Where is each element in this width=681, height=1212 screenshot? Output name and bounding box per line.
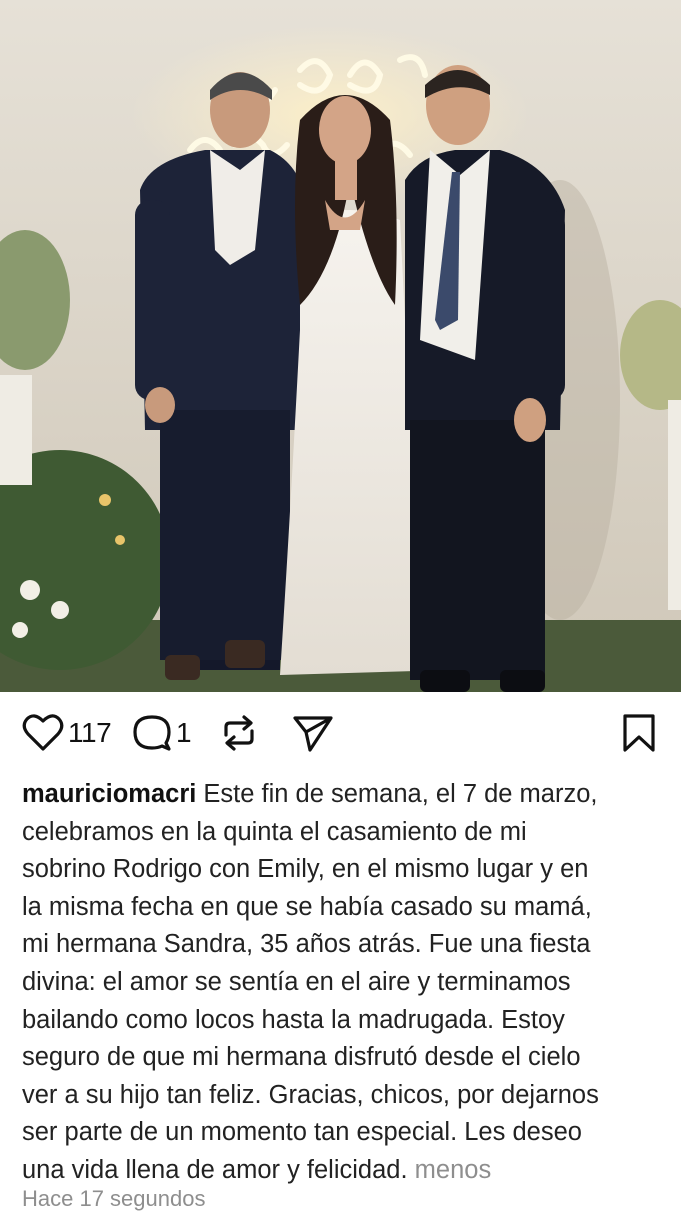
bookmark-icon [622, 713, 656, 753]
caption-line: ver a su hijo tan feliz. Gracias, chicos… [22, 1080, 599, 1109]
less-link[interactable]: menos [415, 1156, 492, 1184]
caption-line: la misma fecha en que se había casado su… [22, 892, 592, 921]
caption-line: mi hermana Sandra, 35 años atrás. Fue un… [22, 930, 591, 959]
repost-button[interactable] [220, 711, 258, 755]
send-icon [292, 713, 334, 753]
caption-line: divina: el amor se sentía en el aire y t… [22, 967, 571, 996]
share-button[interactable] [292, 711, 334, 755]
post-photo[interactable] [0, 0, 681, 692]
post-caption: mauriciomacri Este fin de semana, el 7 d… [22, 776, 652, 1190]
post-action-bar: 117 1 [0, 692, 681, 774]
caption-line: seguro de que mi hermana disfrutó desde … [22, 1043, 581, 1072]
caption-username[interactable]: mauriciomacri [22, 780, 196, 808]
comment-count: 1 [176, 717, 192, 748]
wedding-photo [0, 0, 681, 692]
save-button[interactable] [622, 711, 656, 755]
caption-text: Este fin de semana, el 7 de marzo, [196, 780, 598, 808]
like-button[interactable]: 117 [22, 711, 112, 755]
post-timestamp: Hace 17 segundos [22, 1186, 206, 1211]
caption-text: una vida llena de amor y felicidad. [22, 1155, 415, 1184]
like-count: 117 [68, 717, 112, 748]
caption-line: celebramos en la quinta el casamiento de… [22, 817, 527, 846]
caption-line: mauriciomacri Este fin de semana, el 7 d… [22, 776, 652, 814]
repost-icon [220, 713, 258, 753]
caption-line: sobrino Rodrigo con Emily, en el mismo l… [22, 855, 589, 884]
caption-line: bailando como locos hasta la madrugada. … [22, 1005, 565, 1034]
comment-button[interactable]: 1 [132, 711, 192, 755]
heart-icon [22, 713, 64, 753]
caption-line: ser parte de un momento tan especial. Le… [22, 1118, 582, 1147]
caption-line: una vida llena de amor y felicidad. meno… [22, 1152, 652, 1190]
comment-bubble-icon [132, 713, 172, 753]
